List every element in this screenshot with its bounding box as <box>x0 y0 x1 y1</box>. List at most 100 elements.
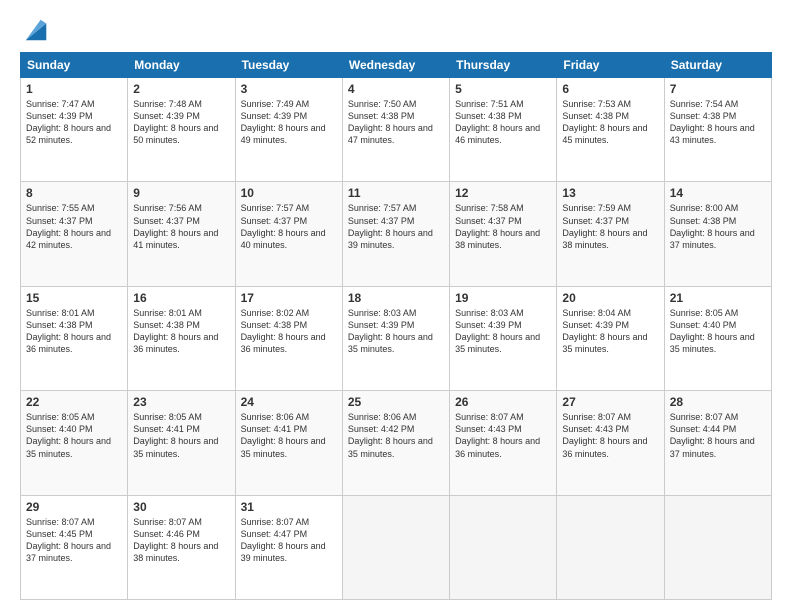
calendar-cell: 2 Sunrise: 7:48 AMSunset: 4:39 PMDayligh… <box>128 78 235 182</box>
day-number: 17 <box>241 291 337 305</box>
calendar-cell: 1 Sunrise: 7:47 AMSunset: 4:39 PMDayligh… <box>21 78 128 182</box>
calendar-cell: 8 Sunrise: 7:55 AMSunset: 4:37 PMDayligh… <box>21 182 128 286</box>
day-number: 27 <box>562 395 658 409</box>
calendar-week-row: 22 Sunrise: 8:05 AMSunset: 4:40 PMDaylig… <box>21 391 772 495</box>
day-number: 15 <box>26 291 122 305</box>
day-number: 20 <box>562 291 658 305</box>
calendar-table: SundayMondayTuesdayWednesdayThursdayFrid… <box>20 52 772 600</box>
day-header-wednesday: Wednesday <box>342 53 449 78</box>
calendar-cell: 24 Sunrise: 8:06 AMSunset: 4:41 PMDaylig… <box>235 391 342 495</box>
day-number: 8 <box>26 186 122 200</box>
calendar-cell: 22 Sunrise: 8:05 AMSunset: 4:40 PMDaylig… <box>21 391 128 495</box>
day-number: 6 <box>562 82 658 96</box>
calendar-cell: 26 Sunrise: 8:07 AMSunset: 4:43 PMDaylig… <box>450 391 557 495</box>
day-number: 19 <box>455 291 551 305</box>
day-number: 21 <box>670 291 766 305</box>
day-number: 12 <box>455 186 551 200</box>
calendar-cell: 17 Sunrise: 8:02 AMSunset: 4:38 PMDaylig… <box>235 286 342 390</box>
calendar-cell: 9 Sunrise: 7:56 AMSunset: 4:37 PMDayligh… <box>128 182 235 286</box>
calendar-cell <box>664 495 771 599</box>
day-info: Sunrise: 7:57 AMSunset: 4:37 PMDaylight:… <box>241 203 326 249</box>
day-number: 10 <box>241 186 337 200</box>
day-number: 31 <box>241 500 337 514</box>
calendar-cell: 14 Sunrise: 8:00 AMSunset: 4:38 PMDaylig… <box>664 182 771 286</box>
page: SundayMondayTuesdayWednesdayThursdayFrid… <box>0 0 792 612</box>
day-info: Sunrise: 8:02 AMSunset: 4:38 PMDaylight:… <box>241 308 326 354</box>
day-info: Sunrise: 7:48 AMSunset: 4:39 PMDaylight:… <box>133 99 218 145</box>
calendar-cell: 27 Sunrise: 8:07 AMSunset: 4:43 PMDaylig… <box>557 391 664 495</box>
day-info: Sunrise: 8:01 AMSunset: 4:38 PMDaylight:… <box>133 308 218 354</box>
calendar-cell: 6 Sunrise: 7:53 AMSunset: 4:38 PMDayligh… <box>557 78 664 182</box>
day-number: 14 <box>670 186 766 200</box>
day-info: Sunrise: 7:55 AMSunset: 4:37 PMDaylight:… <box>26 203 111 249</box>
day-number: 25 <box>348 395 444 409</box>
calendar-cell: 21 Sunrise: 8:05 AMSunset: 4:40 PMDaylig… <box>664 286 771 390</box>
calendar-week-row: 1 Sunrise: 7:47 AMSunset: 4:39 PMDayligh… <box>21 78 772 182</box>
day-header-friday: Friday <box>557 53 664 78</box>
calendar-week-row: 15 Sunrise: 8:01 AMSunset: 4:38 PMDaylig… <box>21 286 772 390</box>
day-number: 16 <box>133 291 229 305</box>
calendar-cell <box>557 495 664 599</box>
day-info: Sunrise: 7:49 AMSunset: 4:39 PMDaylight:… <box>241 99 326 145</box>
calendar-cell: 30 Sunrise: 8:07 AMSunset: 4:46 PMDaylig… <box>128 495 235 599</box>
day-info: Sunrise: 7:47 AMSunset: 4:39 PMDaylight:… <box>26 99 111 145</box>
day-info: Sunrise: 7:56 AMSunset: 4:37 PMDaylight:… <box>133 203 218 249</box>
calendar-cell: 3 Sunrise: 7:49 AMSunset: 4:39 PMDayligh… <box>235 78 342 182</box>
day-info: Sunrise: 7:57 AMSunset: 4:37 PMDaylight:… <box>348 203 433 249</box>
day-number: 24 <box>241 395 337 409</box>
calendar-cell: 13 Sunrise: 7:59 AMSunset: 4:37 PMDaylig… <box>557 182 664 286</box>
day-number: 9 <box>133 186 229 200</box>
calendar-cell: 12 Sunrise: 7:58 AMSunset: 4:37 PMDaylig… <box>450 182 557 286</box>
calendar-cell: 7 Sunrise: 7:54 AMSunset: 4:38 PMDayligh… <box>664 78 771 182</box>
calendar-cell: 28 Sunrise: 8:07 AMSunset: 4:44 PMDaylig… <box>664 391 771 495</box>
day-number: 26 <box>455 395 551 409</box>
day-info: Sunrise: 7:51 AMSunset: 4:38 PMDaylight:… <box>455 99 540 145</box>
calendar-cell: 31 Sunrise: 8:07 AMSunset: 4:47 PMDaylig… <box>235 495 342 599</box>
calendar-cell: 4 Sunrise: 7:50 AMSunset: 4:38 PMDayligh… <box>342 78 449 182</box>
day-info: Sunrise: 7:53 AMSunset: 4:38 PMDaylight:… <box>562 99 647 145</box>
day-info: Sunrise: 8:07 AMSunset: 4:43 PMDaylight:… <box>562 412 647 458</box>
day-header-monday: Monday <box>128 53 235 78</box>
day-info: Sunrise: 7:58 AMSunset: 4:37 PMDaylight:… <box>455 203 540 249</box>
calendar-cell: 23 Sunrise: 8:05 AMSunset: 4:41 PMDaylig… <box>128 391 235 495</box>
day-number: 29 <box>26 500 122 514</box>
day-header-saturday: Saturday <box>664 53 771 78</box>
calendar-cell: 18 Sunrise: 8:03 AMSunset: 4:39 PMDaylig… <box>342 286 449 390</box>
calendar-cell <box>450 495 557 599</box>
day-number: 23 <box>133 395 229 409</box>
day-info: Sunrise: 8:05 AMSunset: 4:40 PMDaylight:… <box>26 412 111 458</box>
day-number: 7 <box>670 82 766 96</box>
day-info: Sunrise: 8:03 AMSunset: 4:39 PMDaylight:… <box>455 308 540 354</box>
calendar-week-row: 29 Sunrise: 8:07 AMSunset: 4:45 PMDaylig… <box>21 495 772 599</box>
day-info: Sunrise: 8:07 AMSunset: 4:47 PMDaylight:… <box>241 517 326 563</box>
calendar-cell: 16 Sunrise: 8:01 AMSunset: 4:38 PMDaylig… <box>128 286 235 390</box>
calendar-cell <box>342 495 449 599</box>
day-info: Sunrise: 8:07 AMSunset: 4:45 PMDaylight:… <box>26 517 111 563</box>
day-number: 2 <box>133 82 229 96</box>
day-info: Sunrise: 8:07 AMSunset: 4:43 PMDaylight:… <box>455 412 540 458</box>
day-info: Sunrise: 8:04 AMSunset: 4:39 PMDaylight:… <box>562 308 647 354</box>
logo <box>20 16 50 44</box>
calendar-cell: 11 Sunrise: 7:57 AMSunset: 4:37 PMDaylig… <box>342 182 449 286</box>
calendar-cell: 10 Sunrise: 7:57 AMSunset: 4:37 PMDaylig… <box>235 182 342 286</box>
calendar-cell: 19 Sunrise: 8:03 AMSunset: 4:39 PMDaylig… <box>450 286 557 390</box>
day-number: 22 <box>26 395 122 409</box>
day-info: Sunrise: 8:01 AMSunset: 4:38 PMDaylight:… <box>26 308 111 354</box>
calendar-cell: 20 Sunrise: 8:04 AMSunset: 4:39 PMDaylig… <box>557 286 664 390</box>
day-info: Sunrise: 7:54 AMSunset: 4:38 PMDaylight:… <box>670 99 755 145</box>
day-header-thursday: Thursday <box>450 53 557 78</box>
day-header-tuesday: Tuesday <box>235 53 342 78</box>
day-info: Sunrise: 8:07 AMSunset: 4:46 PMDaylight:… <box>133 517 218 563</box>
day-number: 30 <box>133 500 229 514</box>
day-info: Sunrise: 8:06 AMSunset: 4:42 PMDaylight:… <box>348 412 433 458</box>
day-number: 5 <box>455 82 551 96</box>
day-number: 4 <box>348 82 444 96</box>
day-info: Sunrise: 8:00 AMSunset: 4:38 PMDaylight:… <box>670 203 755 249</box>
header <box>20 16 772 44</box>
day-info: Sunrise: 8:07 AMSunset: 4:44 PMDaylight:… <box>670 412 755 458</box>
day-info: Sunrise: 7:59 AMSunset: 4:37 PMDaylight:… <box>562 203 647 249</box>
day-number: 3 <box>241 82 337 96</box>
day-number: 18 <box>348 291 444 305</box>
day-info: Sunrise: 8:03 AMSunset: 4:39 PMDaylight:… <box>348 308 433 354</box>
day-number: 11 <box>348 186 444 200</box>
